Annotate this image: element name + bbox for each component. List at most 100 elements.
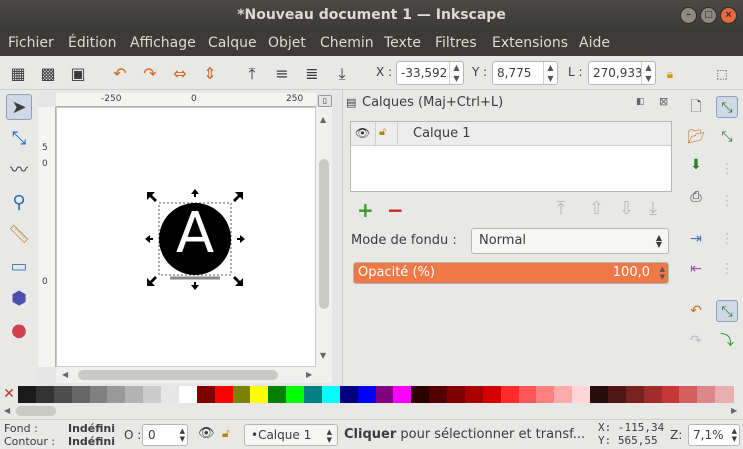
layer-name[interactable]: Calque 1 <box>413 126 471 141</box>
blend-select[interactable]: Normal ▲ ▼ <box>471 228 669 254</box>
panel-close-icon[interactable]: ⊠ <box>659 95 668 108</box>
color-swatch[interactable] <box>518 386 537 403</box>
select-all-layers-icon[interactable]: ▩ <box>38 64 58 84</box>
drawing-canvas[interactable]: A <box>56 107 316 367</box>
vertical-ruler[interactable]: 5 0 0 <box>38 107 56 367</box>
color-swatch[interactable] <box>715 386 734 403</box>
color-swatch[interactable] <box>679 386 698 403</box>
snap-corner-icon[interactable]: ⋮ <box>716 190 738 212</box>
rotate-cw-icon[interactable]: ↷ <box>140 64 160 84</box>
panel-collapse-icon[interactable]: ◧ <box>636 97 645 107</box>
lock-icon[interactable]: 🔒︎ <box>660 64 680 84</box>
eye-icon[interactable]: 👁︎ <box>198 426 215 441</box>
spin-arrows-icon[interactable]: ▲ ▼ <box>732 427 737 443</box>
snap-nodes-icon[interactable]: ⤡ <box>716 300 738 322</box>
color-swatch[interactable] <box>53 386 73 403</box>
color-swatch[interactable] <box>661 386 680 403</box>
color-swatch[interactable] <box>625 386 645 403</box>
color-swatch[interactable] <box>304 386 323 403</box>
color-swatch[interactable] <box>339 386 359 403</box>
lock-icon[interactable]: 🔓︎ <box>379 125 386 139</box>
scale-stroke-icon[interactable]: ⬚ <box>712 64 732 84</box>
menu-extensions[interactable]: Extensions <box>492 35 568 51</box>
color-swatch[interactable] <box>536 386 555 403</box>
canvas-vertical-scrollbar[interactable]: ▲ ▼ <box>316 107 332 367</box>
menu-objet[interactable]: Objet <box>268 35 306 51</box>
color-swatch[interactable] <box>178 386 198 403</box>
lower-icon[interactable]: ≣ <box>302 64 322 84</box>
color-swatch[interactable] <box>35 386 55 403</box>
l-field[interactable]: 270,933 ▲ ▼ <box>588 61 656 85</box>
color-swatch[interactable] <box>464 386 484 403</box>
scroll-thumb[interactable] <box>78 370 278 380</box>
y-field[interactable]: 8,775 ▲ ▼ <box>492 61 558 85</box>
raise-icon[interactable]: ≡ <box>272 64 292 84</box>
color-swatch[interactable] <box>447 386 466 403</box>
spin-arrows-icon[interactable]: ▲ ▼ <box>180 427 185 443</box>
undo-icon[interactable]: ↶ <box>685 300 707 322</box>
flip-vertical-icon[interactable]: ⇕ <box>200 64 220 84</box>
color-swatch[interactable] <box>250 386 269 403</box>
import-icon[interactable]: ⇥ <box>685 228 707 250</box>
color-swatch[interactable] <box>143 386 162 403</box>
fill-value[interactable]: Indéfini <box>68 422 115 435</box>
no-paint-swatch[interactable]: ✕ <box>0 386 18 403</box>
opacity-field[interactable]: 0 ▲ ▼ <box>142 424 188 446</box>
menu-affichage[interactable]: Affichage <box>130 35 196 51</box>
lower-to-bottom-icon[interactable]: ⤓ <box>332 64 352 84</box>
eye-icon[interactable]: 👁︎ <box>355 126 370 140</box>
color-swatch[interactable] <box>71 386 90 403</box>
color-swatch[interactable] <box>125 386 144 403</box>
node-tool-icon[interactable]: ⤡ <box>6 126 32 152</box>
color-swatch[interactable] <box>411 386 430 403</box>
color-swatch[interactable] <box>18 386 37 403</box>
x-field[interactable]: -33,592 ▲ ▼ <box>396 61 464 85</box>
scroll-thumb[interactable] <box>16 406 56 416</box>
snap-center-icon[interactable]: ⋮ <box>716 258 738 280</box>
minimize-button[interactable]: – <box>680 7 697 24</box>
color-swatch[interactable] <box>500 386 519 403</box>
rectangle-tool-icon[interactable]: ▭ <box>6 254 32 280</box>
color-swatch[interactable] <box>357 386 376 403</box>
menu-edition[interactable]: Édition <box>68 35 116 51</box>
color-swatch[interactable] <box>607 386 627 403</box>
color-swatch[interactable] <box>375 386 394 403</box>
color-swatch[interactable] <box>697 386 716 403</box>
current-layer-select[interactable]: •Calque 1 ▲ ▼ <box>244 424 338 446</box>
color-swatch[interactable] <box>161 386 180 403</box>
opacity-slider[interactable]: Opacité (%) 100,0 ▲ ▼ <box>353 262 669 284</box>
color-swatch[interactable] <box>286 386 305 403</box>
horizontal-ruler[interactable]: -250 0 250 <box>56 93 316 107</box>
zoom-tool-icon[interactable]: ⚲ <box>6 190 32 216</box>
scroll-right-icon[interactable]: ▶ <box>306 370 312 379</box>
menu-fichier[interactable]: Fichier <box>8 35 54 51</box>
close-button[interactable]: × <box>720 7 737 24</box>
lower-layer-icon[interactable]: ⇩ <box>619 198 634 219</box>
redo-icon[interactable]: ↷ <box>685 330 707 352</box>
color-swatch[interactable] <box>429 386 448 403</box>
color-swatch[interactable] <box>232 386 251 403</box>
color-swatch[interactable] <box>107 386 126 403</box>
scroll-right-icon[interactable]: ▶ <box>731 406 737 415</box>
menu-chemin[interactable]: Chemin <box>320 35 374 51</box>
raise-layer-top-icon[interactable]: ⤒ <box>557 198 565 219</box>
stroke-value[interactable]: Indéfini <box>68 435 115 448</box>
lock-icon[interactable]: 🔓︎ <box>222 426 230 441</box>
layer-row[interactable]: 👁︎ 🔓︎ Calque 1 <box>351 122 671 146</box>
lock-guides-icon[interactable]: ▯ <box>318 95 332 107</box>
menu-texte[interactable]: Texte <box>384 35 421 51</box>
snap-path-icon[interactable]: ⤵ <box>716 330 738 352</box>
scroll-up-icon[interactable]: ▲ <box>320 115 326 124</box>
color-swatch[interactable] <box>590 386 609 403</box>
color-swatch[interactable] <box>482 386 502 403</box>
color-swatch[interactable] <box>643 386 662 403</box>
select-all-icon[interactable]: ▦ <box>8 64 28 84</box>
color-swatch[interactable] <box>572 386 591 403</box>
color-swatch[interactable] <box>89 386 108 403</box>
flip-horizontal-icon[interactable]: ⇔ <box>170 64 190 84</box>
color-swatch[interactable] <box>268 386 287 403</box>
export-icon[interactable]: ⇤ <box>685 258 707 280</box>
color-swatch[interactable] <box>214 386 233 403</box>
rotate-ccw-icon[interactable]: ↶ <box>110 64 130 84</box>
palette-scrollbar[interactable]: ◀ ▶ <box>0 403 743 419</box>
